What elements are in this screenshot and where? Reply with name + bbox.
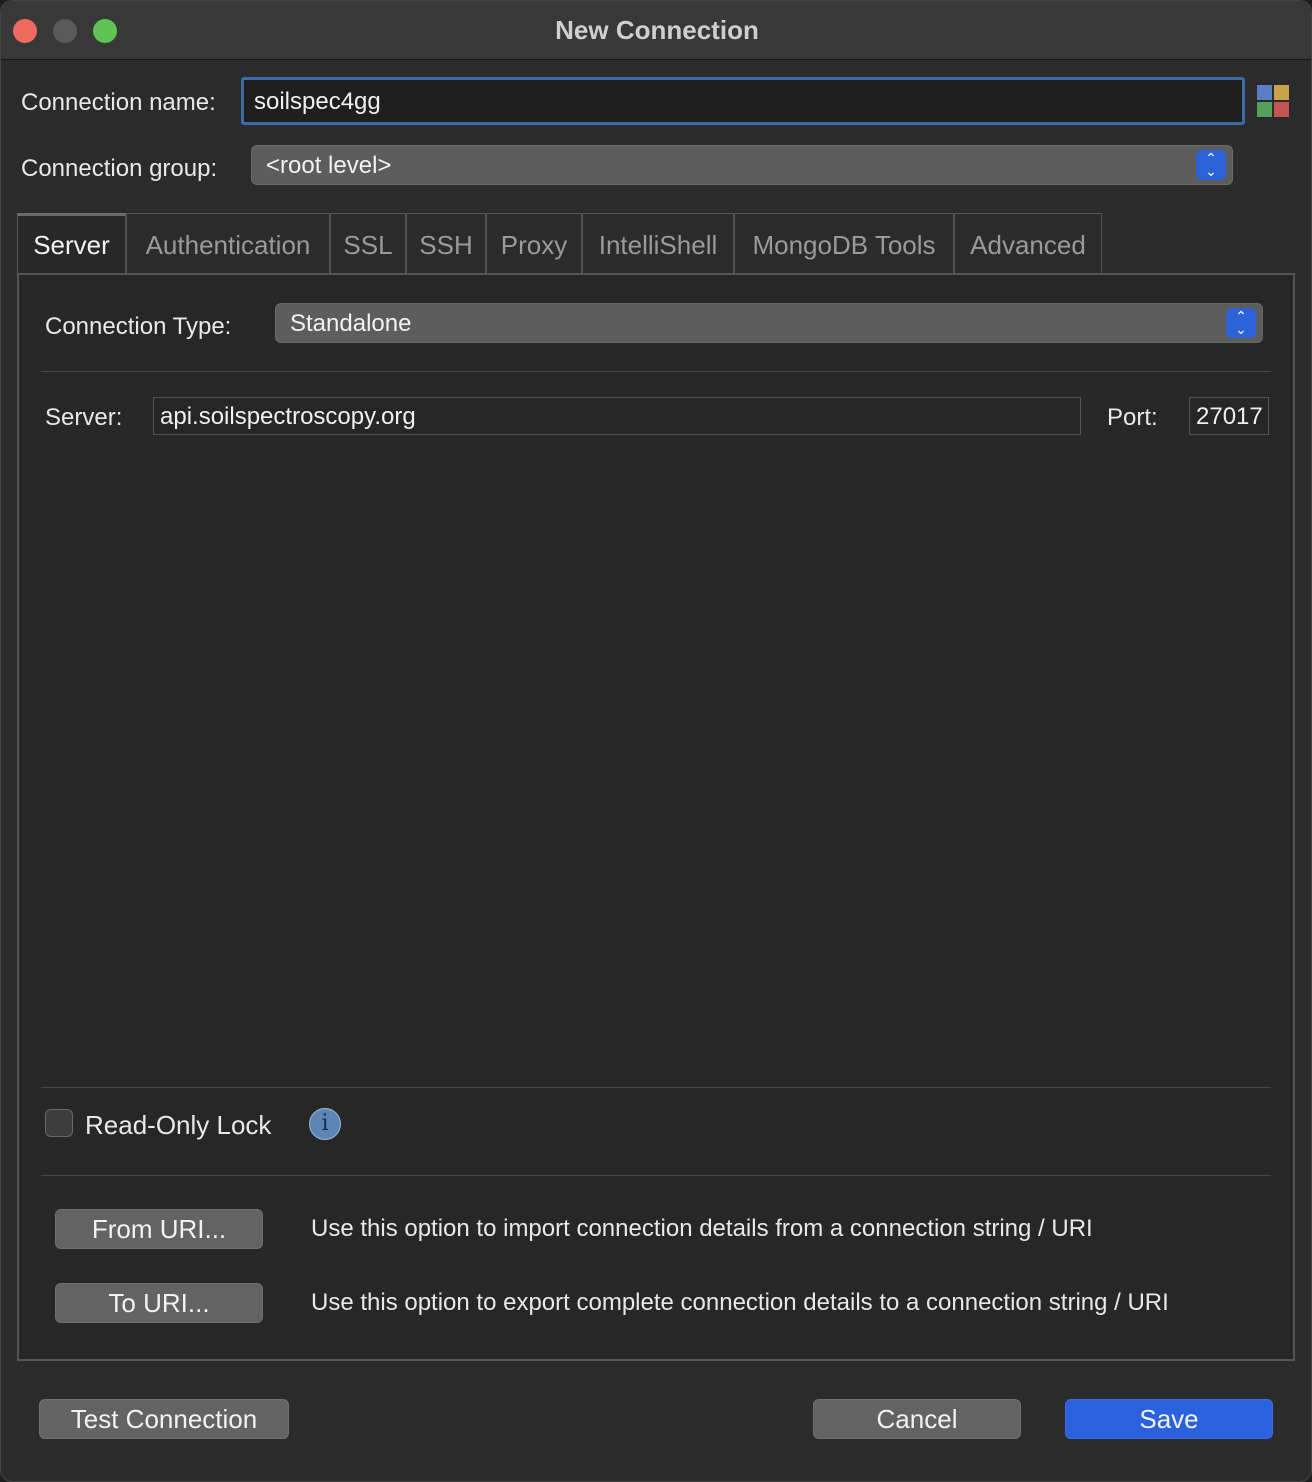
new-connection-dialog: New Connection Connection name: soilspec… bbox=[0, 0, 1312, 1482]
tab-advanced[interactable]: Advanced bbox=[954, 213, 1102, 273]
connection-group-select[interactable]: <root level> ⌃ ⌄ bbox=[251, 145, 1233, 185]
read-only-lock-checkbox[interactable] bbox=[45, 1109, 73, 1137]
title-bar: New Connection bbox=[1, 1, 1311, 60]
read-only-lock-label: Read-Only Lock bbox=[85, 1110, 272, 1140]
color-picker-icon[interactable] bbox=[1257, 85, 1289, 117]
test-connection-button[interactable]: Test Connection bbox=[39, 1399, 289, 1439]
tab-authentication[interactable]: Authentication bbox=[126, 213, 330, 273]
tab-mongodb-tools[interactable]: MongoDB Tools bbox=[734, 213, 954, 273]
connection-name-label: Connection name: bbox=[21, 89, 216, 116]
divider bbox=[41, 1175, 1271, 1176]
tab-server[interactable]: Server bbox=[17, 213, 126, 275]
info-icon[interactable]: i bbox=[309, 1108, 341, 1140]
to-uri-description: Use this option to export complete conne… bbox=[311, 1289, 1169, 1316]
divider bbox=[41, 371, 1271, 372]
tab-ssl[interactable]: SSL bbox=[330, 213, 406, 273]
server-input[interactable]: api.soilspectroscopy.org bbox=[153, 397, 1081, 435]
divider bbox=[41, 1087, 1271, 1088]
save-button[interactable]: Save bbox=[1065, 1399, 1273, 1439]
stepper-chevrons-icon: ⌃ ⌄ bbox=[1196, 150, 1226, 180]
cancel-button[interactable]: Cancel bbox=[813, 1399, 1021, 1439]
server-tab-panel bbox=[17, 273, 1295, 1361]
window-title: New Connection bbox=[555, 15, 759, 45]
from-uri-button[interactable]: From URI... bbox=[55, 1209, 263, 1249]
server-label: Server: bbox=[45, 404, 123, 431]
tab-ssh[interactable]: SSH bbox=[406, 213, 486, 273]
stepper-chevrons-icon: ⌃ ⌄ bbox=[1226, 308, 1256, 338]
port-input[interactable]: 27017 bbox=[1189, 397, 1269, 435]
connection-type-value: Standalone bbox=[290, 310, 412, 337]
port-label: Port: bbox=[1107, 404, 1158, 431]
tab-intellishell[interactable]: IntelliShell bbox=[582, 213, 734, 273]
tab-bar: Server Authentication SSL SSH Proxy Inte… bbox=[17, 213, 1295, 275]
connection-group-label: Connection group: bbox=[21, 155, 218, 182]
from-uri-description: Use this option to import connection det… bbox=[311, 1215, 1093, 1242]
connection-name-input[interactable]: soilspec4gg bbox=[241, 77, 1245, 125]
connection-type-select[interactable]: Standalone ⌃ ⌄ bbox=[275, 303, 1263, 343]
tab-proxy[interactable]: Proxy bbox=[486, 213, 582, 273]
to-uri-button[interactable]: To URI... bbox=[55, 1283, 263, 1323]
connection-type-label: Connection Type: bbox=[45, 313, 232, 340]
connection-group-value: <root level> bbox=[266, 152, 392, 179]
